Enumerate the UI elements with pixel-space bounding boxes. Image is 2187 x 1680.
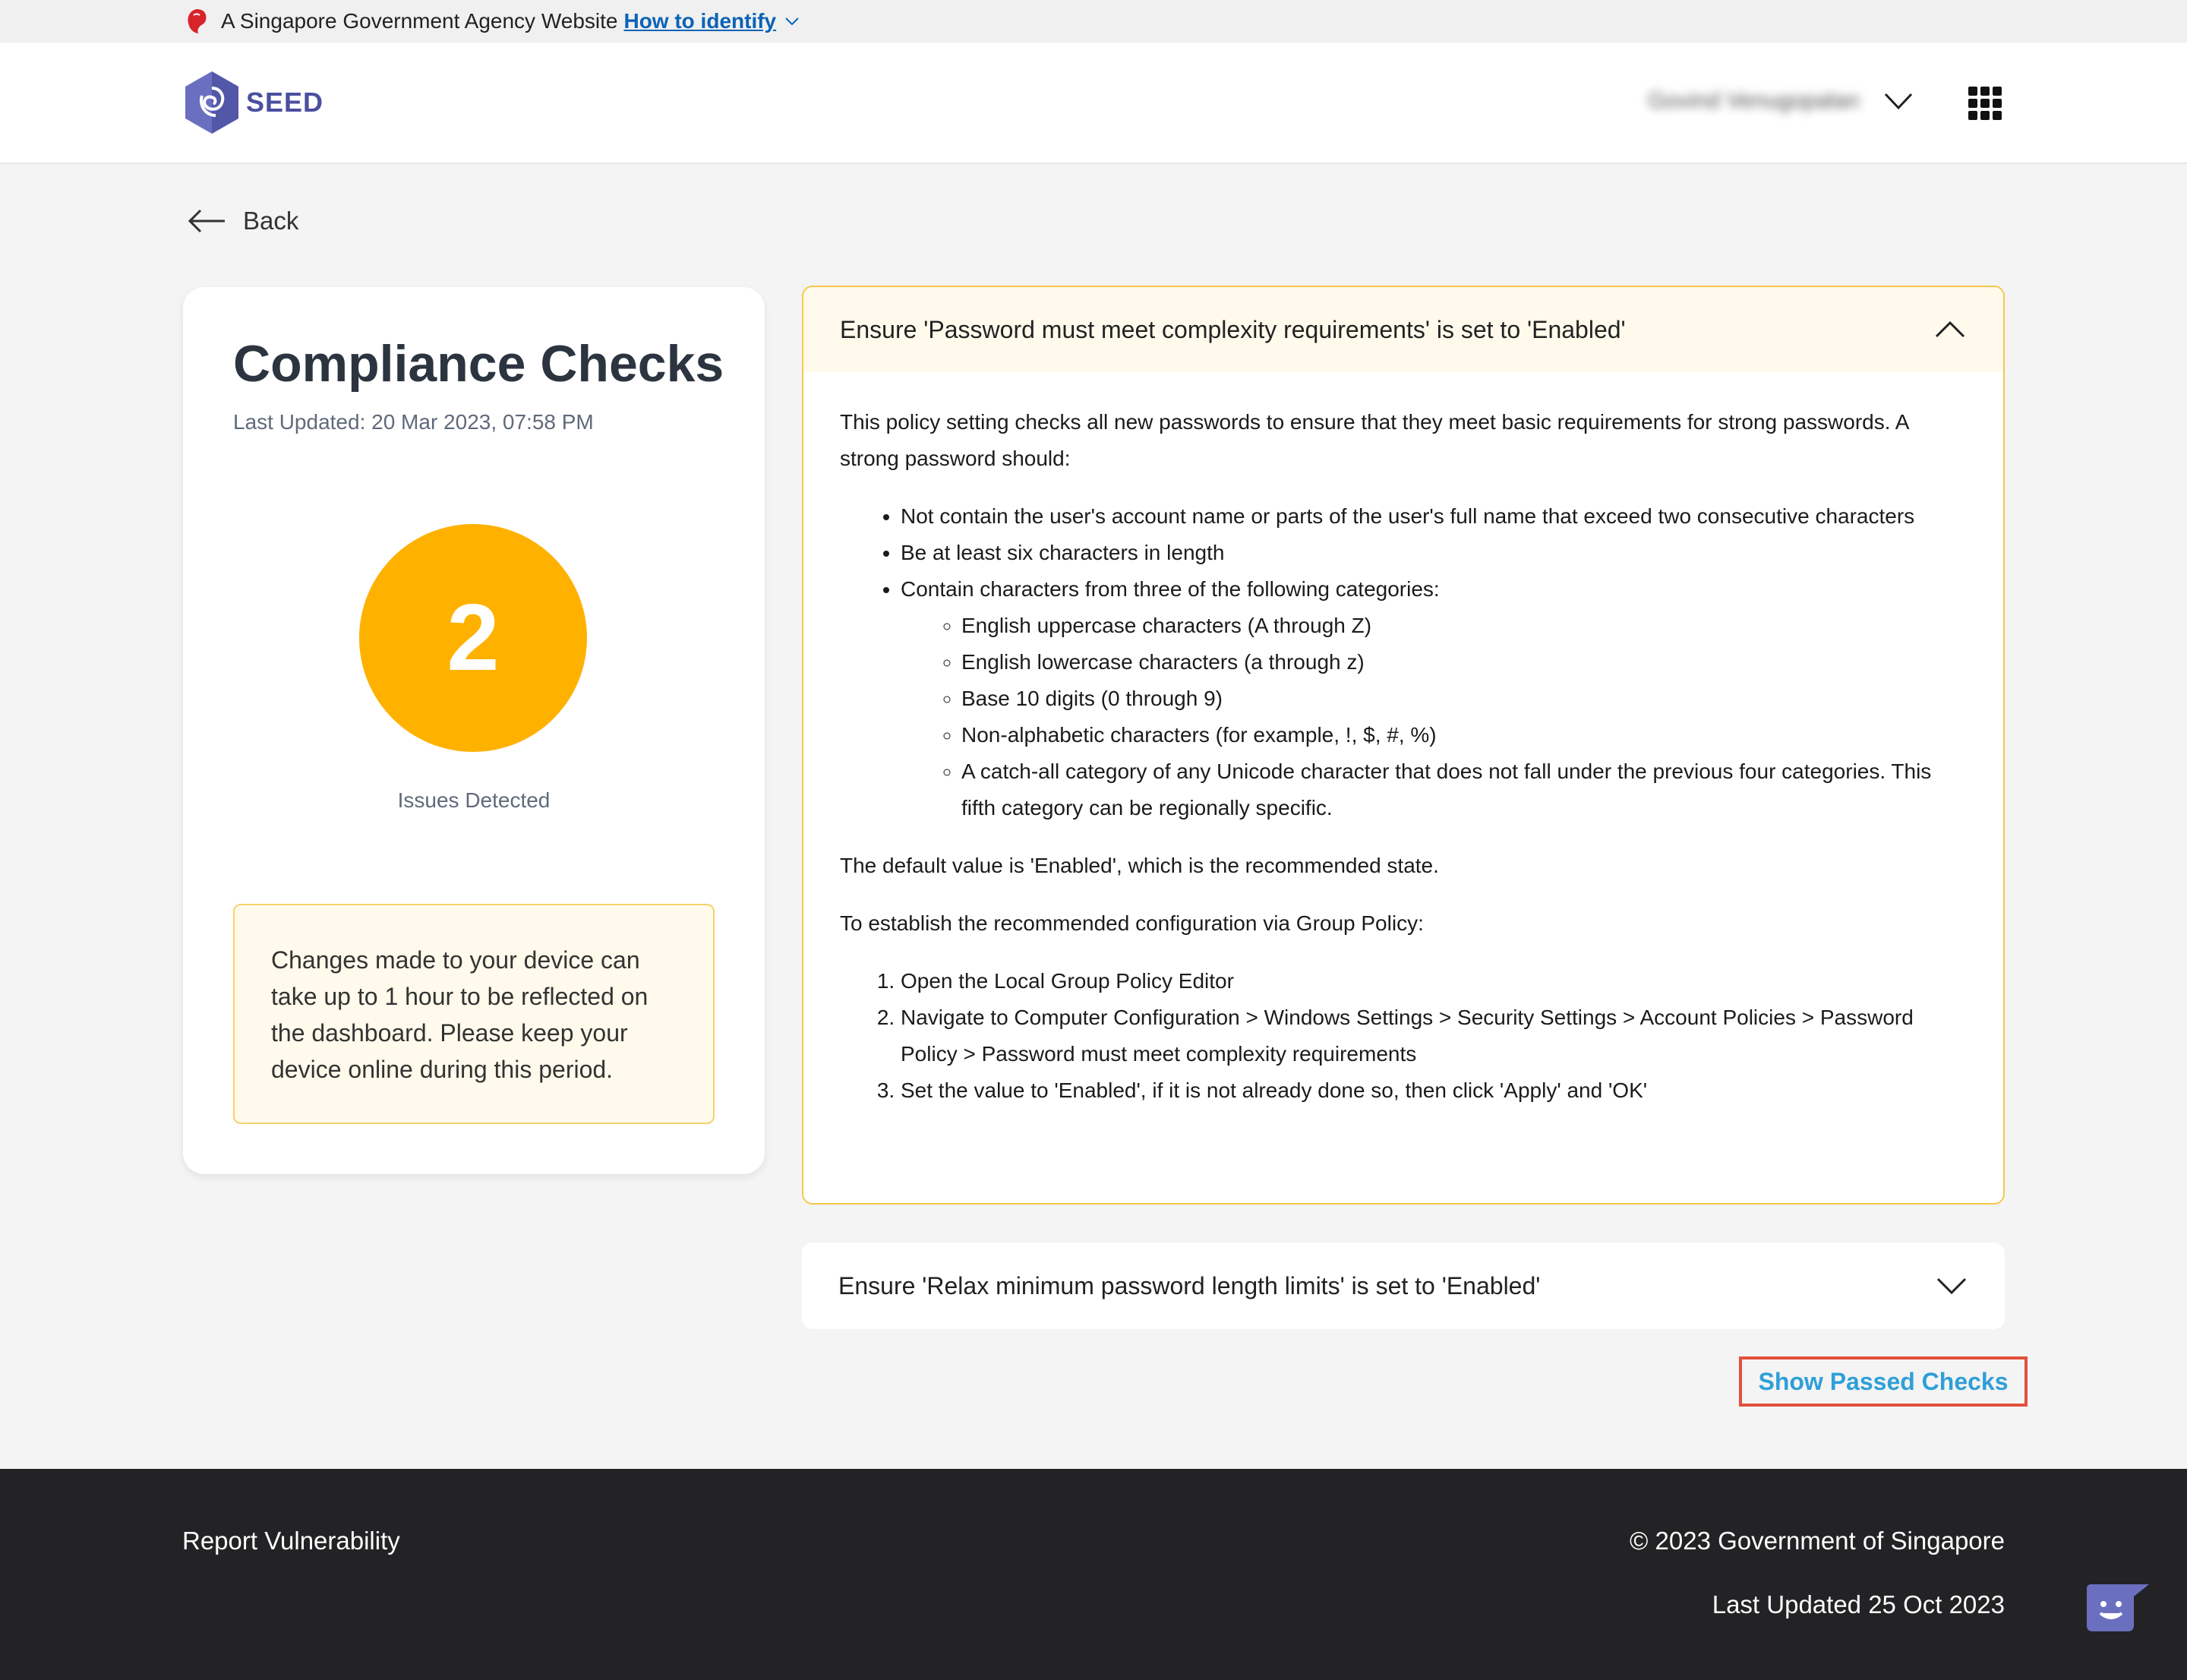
chevron-up-icon[interactable] <box>1933 318 1967 341</box>
seed-logo[interactable]: SEED <box>182 70 323 135</box>
chevron-down-icon[interactable] <box>784 13 800 30</box>
chevron-down-icon[interactable] <box>1882 90 1914 112</box>
default-value-text: The default value is 'Enabled', which is… <box>840 854 1439 877</box>
list-item: Open the Local Group Policy Editor <box>901 963 1967 999</box>
compliance-summary-card: Compliance Checks Last Updated: 20 Mar 2… <box>183 287 765 1174</box>
arrow-left-icon <box>188 209 225 233</box>
logo-text: SEED <box>246 87 324 118</box>
back-label: Back <box>243 207 299 235</box>
copyright-text: © 2023 Government of Singapore <box>1630 1527 2005 1555</box>
seed-logo-icon <box>185 71 238 134</box>
categories-list: English uppercase characters (A through … <box>901 608 1967 826</box>
user-name: Govind Venugopalan <box>1648 88 1860 113</box>
show-passed-checks-button[interactable]: Show Passed Checks <box>1739 1356 2028 1407</box>
list-item: English uppercase characters (A through … <box>961 608 1967 644</box>
list-item: Be at least six characters in length <box>901 535 1967 571</box>
masthead-text: A Singapore Government Agency Website <box>221 9 618 33</box>
list-item: Not contain the user's account name or p… <box>901 498 1967 535</box>
list-item: A catch-all category of any Unicode char… <box>961 753 1967 826</box>
chat-bot-icon[interactable] <box>2084 1581 2152 1634</box>
list-item: Contain characters from three of the fol… <box>901 571 1967 826</box>
apps-grid-icon[interactable] <box>1968 87 2002 120</box>
back-link[interactable]: Back <box>187 207 298 235</box>
issues-label: Issues Detected <box>397 788 551 812</box>
report-vulnerability-link[interactable]: Report Vulnerability <box>182 1527 400 1555</box>
accordion-header[interactable]: Ensure 'Password must meet complexity re… <box>803 287 2003 372</box>
config-intro-text: To establish the recommended configurati… <box>840 911 1424 935</box>
how-to-identify-link[interactable]: How to identify <box>623 9 776 33</box>
issues-count-badge: 2 <box>359 524 587 752</box>
last-updated-text: Last Updated: 20 Mar 2023, 07:58 PM <box>233 410 594 434</box>
list-item: English lowercase characters (a through … <box>961 644 1967 681</box>
sync-notice: Changes made to your device can take up … <box>233 904 715 1124</box>
list-item: Base 10 digits (0 through 9) <box>961 681 1967 717</box>
requirements-list: Not contain the user's account name or p… <box>840 498 1967 826</box>
list-item: Set the value to 'Enabled', if it is not… <box>901 1072 1967 1109</box>
check-intro: This policy setting checks all new passw… <box>840 410 1908 470</box>
check-title: Ensure 'Password must meet complexity re… <box>840 315 1626 343</box>
user-menu[interactable]: Govind Venugopalan <box>1648 88 1914 114</box>
chevron-down-icon[interactable] <box>1935 1274 1968 1297</box>
list-item: Non-alphabetic characters (for example, … <box>961 717 1967 753</box>
accordion-body: This policy setting checks all new passw… <box>803 372 2003 1109</box>
site-header: SEED Govind Venugopalan <box>0 43 2187 164</box>
site-footer: Report Vulnerability © 2023 Government o… <box>0 1469 2187 1680</box>
page-title: Compliance Checks <box>233 335 724 393</box>
lion-crest-icon <box>188 9 207 33</box>
list-item-text: Contain characters from three of the fol… <box>901 577 1440 601</box>
config-steps-list: Open the Local Group Policy Editor Navig… <box>840 963 1967 1109</box>
compliance-check-item: Ensure 'Password must meet complexity re… <box>802 286 2005 1205</box>
compliance-check-item-collapsed[interactable]: Ensure 'Relax minimum password length li… <box>802 1243 2005 1329</box>
footer-last-updated: Last Updated 25 Oct 2023 <box>1712 1590 2005 1618</box>
government-masthead: A Singapore Government Agency Website Ho… <box>0 0 2187 43</box>
list-item: Navigate to Computer Configuration > Win… <box>901 999 1967 1072</box>
check-title: Ensure 'Relax minimum password length li… <box>838 1271 1541 1299</box>
